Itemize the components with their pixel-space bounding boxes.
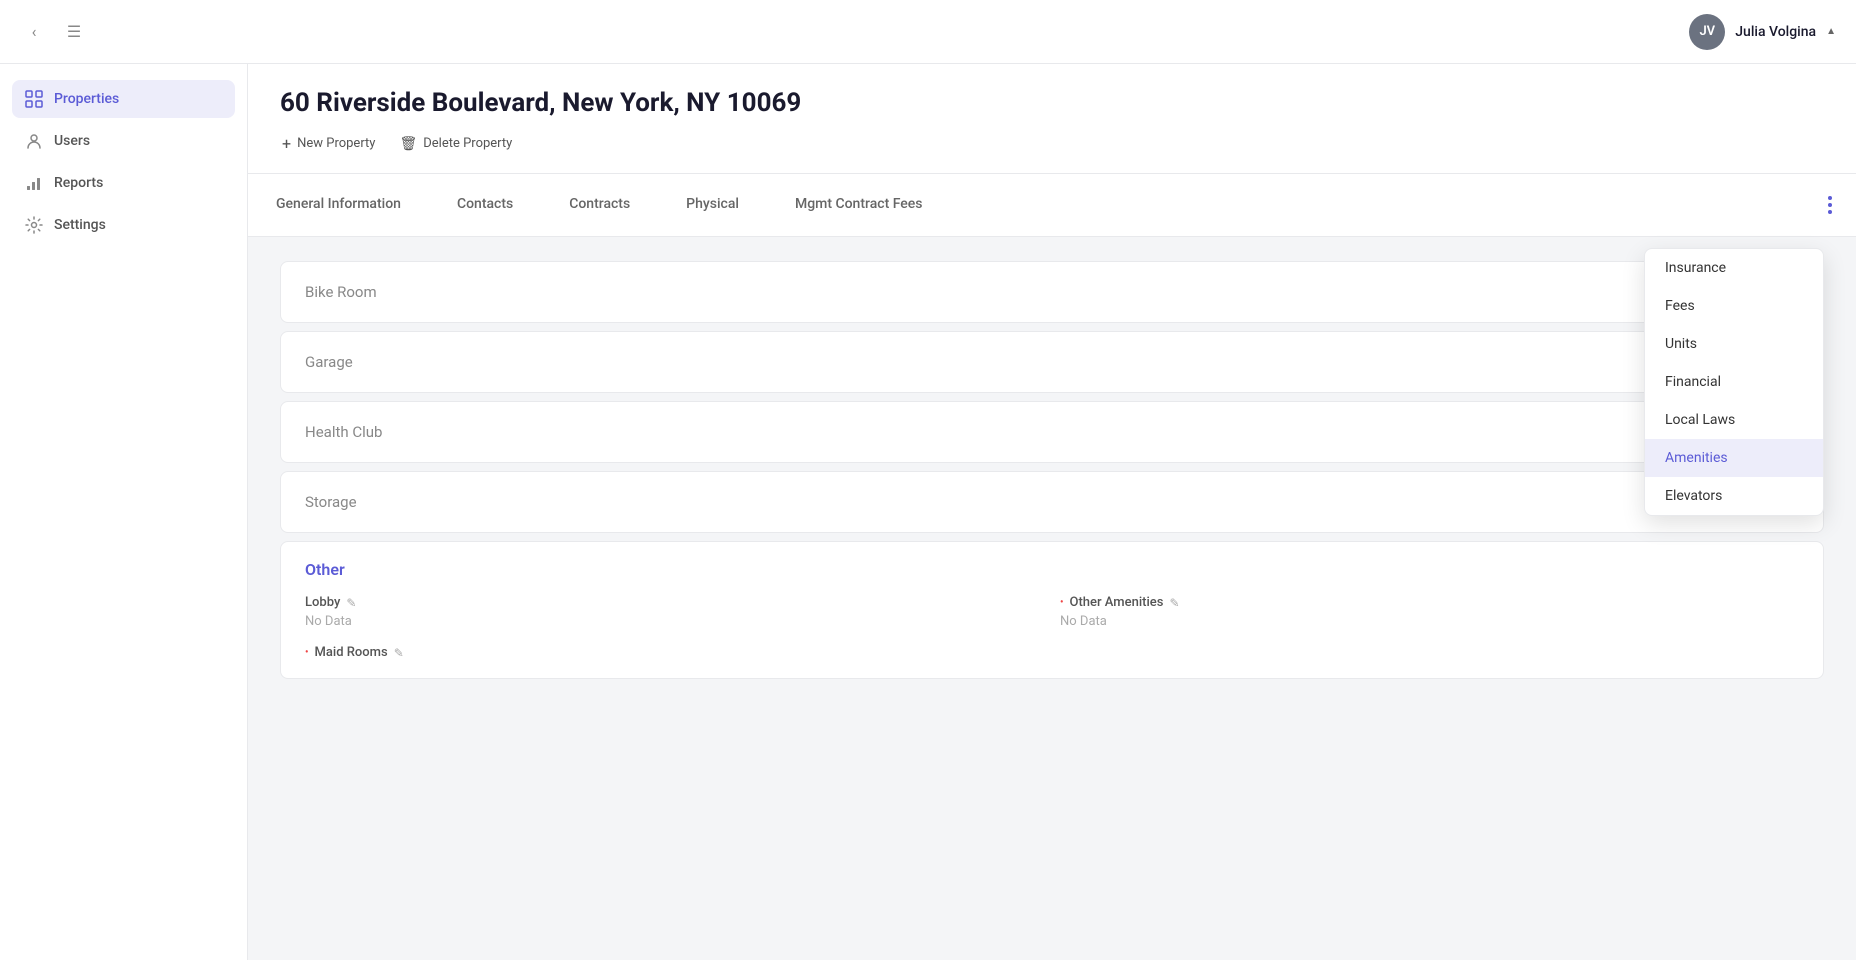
tab-general-information[interactable]: General Information (248, 182, 429, 228)
tab-dropdown-menu: Insurance Fees Units Financial Local Law… (1644, 248, 1824, 516)
sidebar-navigation: Properties Users Reports (0, 64, 247, 260)
plus-icon: + (282, 134, 291, 153)
tab-contracts[interactable]: Contracts (541, 182, 658, 228)
sidebar-item-properties[interactable]: Properties (12, 80, 235, 118)
page-header: 60 Riverside Boulevard, New York, NY 100… (248, 64, 1856, 174)
users-icon (24, 131, 44, 151)
toggle-row-health-club: Health Club (280, 401, 1824, 463)
reports-icon (24, 173, 44, 193)
content-area: 60 Riverside Boulevard, New York, NY 100… (248, 64, 1856, 960)
toggle-row-garage: Garage (280, 331, 1824, 393)
field-other-amenities: • Other Amenities ✎ No Data (1060, 595, 1799, 629)
dropdown-item-financial[interactable]: Financial (1645, 363, 1823, 401)
tab-more-button[interactable] (1804, 174, 1856, 236)
trash-icon: 🗑 (399, 136, 417, 152)
page-title: 60 Riverside Boulevard, New York, NY 100… (280, 88, 1824, 118)
other-section-title: Other (305, 560, 1799, 579)
toggle-row-bike-room: Bike Room (280, 261, 1824, 323)
dropdown-item-amenities[interactable]: Amenities (1645, 439, 1823, 477)
dropdown-item-units[interactable]: Units (1645, 325, 1823, 363)
other-amenities-edit-icon[interactable]: ✎ (1169, 596, 1179, 610)
dropdown-item-insurance[interactable]: Insurance (1645, 249, 1823, 287)
tabs-bar: General Information Contacts Contracts P… (248, 174, 1856, 237)
delete-property-button[interactable]: 🗑 Delete Property (397, 132, 514, 156)
properties-icon (24, 89, 44, 109)
users-label: Users (54, 133, 90, 149)
other-section: Other Lobby ✎ No Data • Other Amenities (280, 541, 1824, 679)
settings-label: Settings (54, 217, 106, 233)
settings-icon (24, 215, 44, 235)
maid-rooms-field-label: • Maid Rooms ✎ (305, 645, 1044, 660)
sidebar-item-users[interactable]: Users (12, 122, 235, 160)
required-dot-2: • (305, 647, 309, 658)
required-dot: • (1060, 597, 1064, 608)
sidebar: Allied Partners Properties Users (0, 0, 248, 960)
new-property-label: New Property (297, 136, 375, 151)
properties-label: Properties (54, 91, 119, 107)
tab-contacts[interactable]: Contacts (429, 182, 541, 228)
page-actions: + New Property 🗑 Delete Property (280, 130, 1824, 157)
sidebar-item-reports[interactable]: Reports (12, 164, 235, 202)
dropdown-item-local-laws[interactable]: Local Laws (1645, 401, 1823, 439)
dropdown-item-fees[interactable]: Fees (1645, 287, 1823, 325)
toggle-row-storage: Storage (280, 471, 1824, 533)
lobby-field-label: Lobby ✎ (305, 595, 1044, 610)
more-dots-icon[interactable] (1820, 188, 1840, 222)
tab-physical[interactable]: Physical (658, 182, 767, 228)
dropdown-item-elevators[interactable]: Elevators (1645, 477, 1823, 515)
storage-label: Storage (305, 493, 357, 511)
main-content: ‹ ☰ JV Julia Volgina ▲ 60 Riverside Boul… (248, 64, 1856, 960)
sidebar-item-settings[interactable]: Settings (12, 206, 235, 244)
field-maid-rooms: • Maid Rooms ✎ (305, 645, 1044, 660)
lobby-edit-icon[interactable]: ✎ (346, 596, 356, 610)
other-fields-grid: Lobby ✎ No Data • Other Amenities ✎ No D… (305, 595, 1799, 660)
tab-mgmt-contract-fees[interactable]: Mgmt Contract Fees (767, 182, 951, 228)
bike-room-label: Bike Room (305, 283, 377, 301)
lobby-field-value: No Data (305, 614, 1044, 629)
garage-label: Garage (305, 353, 353, 371)
reports-label: Reports (54, 175, 103, 191)
health-club-label: Health Club (305, 423, 382, 441)
other-amenities-field-label: • Other Amenities ✎ (1060, 595, 1799, 610)
maid-rooms-edit-icon[interactable]: ✎ (394, 646, 404, 660)
delete-property-label: Delete Property (423, 136, 512, 151)
other-amenities-field-value: No Data (1060, 614, 1799, 629)
field-lobby: Lobby ✎ No Data (305, 595, 1044, 629)
content-body: Bike Room Garage Health Club Storage Oth… (248, 237, 1856, 703)
new-property-button[interactable]: + New Property (280, 130, 377, 157)
